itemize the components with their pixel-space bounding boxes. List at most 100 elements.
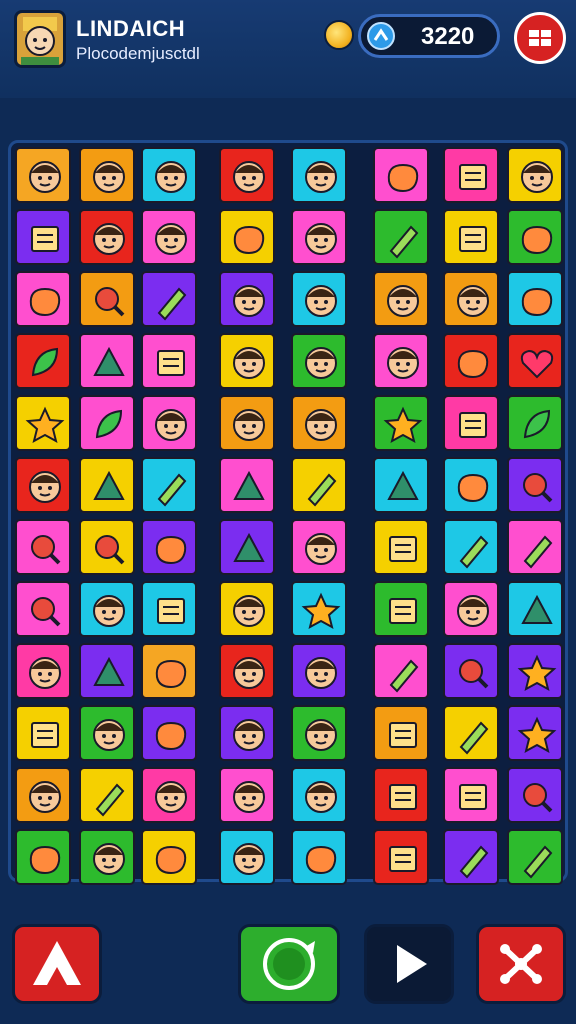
game-tile[interactable] bbox=[507, 519, 563, 575]
game-tile[interactable] bbox=[79, 705, 135, 761]
game-tile[interactable] bbox=[291, 395, 347, 451]
game-tile[interactable] bbox=[79, 271, 135, 327]
game-tile[interactable] bbox=[373, 457, 429, 513]
game-tile[interactable] bbox=[373, 333, 429, 389]
play-button[interactable] bbox=[364, 924, 454, 1004]
settings-button[interactable] bbox=[514, 12, 566, 64]
game-tile[interactable] bbox=[443, 333, 499, 389]
game-tile[interactable] bbox=[15, 147, 71, 203]
game-tile[interactable] bbox=[443, 395, 499, 451]
avatar[interactable] bbox=[14, 10, 66, 68]
game-tile[interactable] bbox=[291, 333, 347, 389]
game-tile[interactable] bbox=[507, 147, 563, 203]
game-tile[interactable] bbox=[79, 395, 135, 451]
game-tile[interactable] bbox=[219, 333, 275, 389]
game-tile[interactable] bbox=[219, 519, 275, 575]
game-tile[interactable] bbox=[15, 333, 71, 389]
game-tile[interactable] bbox=[507, 829, 563, 885]
game-tile[interactable] bbox=[507, 643, 563, 699]
game-tile[interactable] bbox=[219, 457, 275, 513]
game-tile[interactable] bbox=[219, 395, 275, 451]
game-tile[interactable] bbox=[15, 209, 71, 265]
game-tile[interactable] bbox=[15, 581, 71, 637]
game-tile[interactable] bbox=[79, 333, 135, 389]
game-tile[interactable] bbox=[373, 829, 429, 885]
game-tile[interactable] bbox=[79, 581, 135, 637]
game-tile[interactable] bbox=[79, 829, 135, 885]
game-tile[interactable] bbox=[443, 271, 499, 327]
game-tile[interactable] bbox=[373, 209, 429, 265]
game-tile[interactable] bbox=[373, 581, 429, 637]
game-tile[interactable] bbox=[373, 643, 429, 699]
game-tile[interactable] bbox=[291, 147, 347, 203]
game-tile[interactable] bbox=[141, 395, 197, 451]
game-tile[interactable] bbox=[373, 767, 429, 823]
game-tile[interactable] bbox=[291, 829, 347, 885]
game-tile[interactable] bbox=[373, 271, 429, 327]
shuffle-button[interactable] bbox=[476, 924, 566, 1004]
game-tile[interactable] bbox=[141, 457, 197, 513]
game-tile[interactable] bbox=[443, 209, 499, 265]
game-tile[interactable] bbox=[507, 457, 563, 513]
game-tile[interactable] bbox=[219, 209, 275, 265]
game-tile[interactable] bbox=[219, 147, 275, 203]
game-tile[interactable] bbox=[443, 705, 499, 761]
game-tile[interactable] bbox=[291, 705, 347, 761]
game-tile[interactable] bbox=[219, 643, 275, 699]
game-tile[interactable] bbox=[15, 767, 71, 823]
game-tile[interactable] bbox=[219, 705, 275, 761]
game-tile[interactable] bbox=[15, 519, 71, 575]
game-tile[interactable] bbox=[507, 209, 563, 265]
game-tile[interactable] bbox=[15, 395, 71, 451]
game-tile[interactable] bbox=[373, 519, 429, 575]
game-tile[interactable] bbox=[291, 457, 347, 513]
game-tile[interactable] bbox=[141, 767, 197, 823]
coin-icon[interactable] bbox=[324, 20, 354, 50]
game-tile[interactable] bbox=[141, 209, 197, 265]
game-tile[interactable] bbox=[507, 705, 563, 761]
game-tile[interactable] bbox=[219, 271, 275, 327]
game-tile[interactable] bbox=[373, 147, 429, 203]
game-tile[interactable] bbox=[15, 643, 71, 699]
refresh-button[interactable] bbox=[238, 924, 340, 1004]
game-tile[interactable] bbox=[443, 519, 499, 575]
game-tile[interactable] bbox=[79, 457, 135, 513]
game-tile[interactable] bbox=[15, 457, 71, 513]
game-tile[interactable] bbox=[141, 643, 197, 699]
game-tile[interactable] bbox=[443, 147, 499, 203]
game-tile[interactable] bbox=[141, 333, 197, 389]
game-tile[interactable] bbox=[507, 271, 563, 327]
game-tile[interactable] bbox=[291, 643, 347, 699]
game-tile[interactable] bbox=[507, 333, 563, 389]
game-tile[interactable] bbox=[443, 457, 499, 513]
game-tile[interactable] bbox=[219, 829, 275, 885]
game-tile[interactable] bbox=[443, 581, 499, 637]
game-tile[interactable] bbox=[141, 519, 197, 575]
game-tile[interactable] bbox=[507, 767, 563, 823]
game-tile[interactable] bbox=[141, 271, 197, 327]
game-tile[interactable] bbox=[507, 395, 563, 451]
game-tile[interactable] bbox=[79, 643, 135, 699]
game-tile[interactable] bbox=[373, 705, 429, 761]
game-tile[interactable] bbox=[291, 581, 347, 637]
game-tile[interactable] bbox=[141, 581, 197, 637]
game-tile[interactable] bbox=[443, 643, 499, 699]
game-tile[interactable] bbox=[79, 209, 135, 265]
game-tile[interactable] bbox=[443, 767, 499, 823]
game-tile[interactable] bbox=[219, 581, 275, 637]
game-tile[interactable] bbox=[291, 767, 347, 823]
game-tile[interactable] bbox=[79, 767, 135, 823]
game-tile[interactable] bbox=[15, 829, 71, 885]
game-tile[interactable] bbox=[373, 395, 429, 451]
game-tile[interactable] bbox=[219, 767, 275, 823]
game-tile[interactable] bbox=[141, 829, 197, 885]
game-tile[interactable] bbox=[291, 271, 347, 327]
game-tile[interactable] bbox=[291, 519, 347, 575]
game-tile[interactable] bbox=[15, 271, 71, 327]
game-tile[interactable] bbox=[79, 147, 135, 203]
game-tile[interactable] bbox=[141, 147, 197, 203]
game-tile[interactable] bbox=[291, 209, 347, 265]
game-tile[interactable] bbox=[443, 829, 499, 885]
game-tile[interactable] bbox=[507, 581, 563, 637]
game-tile[interactable] bbox=[79, 519, 135, 575]
